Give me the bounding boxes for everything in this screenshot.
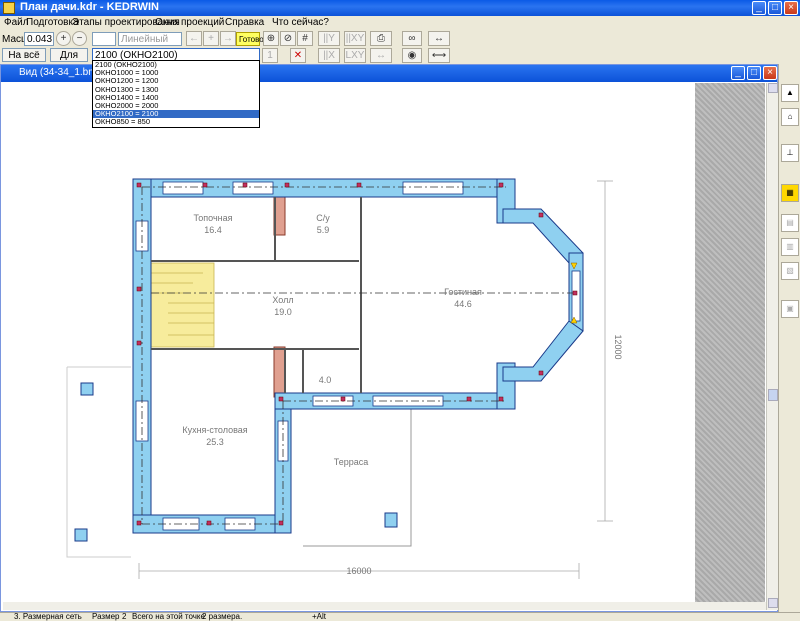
step-icon[interactable]: 1 [262, 48, 278, 63]
menu-preparation[interactable]: Подготовка [26, 17, 79, 28]
dim-y-icon[interactable]: ||Y [318, 31, 340, 46]
room-area: 5.9 [317, 225, 330, 235]
tool-palette: ▲ ⌂ ⊥ ▦ ▤ ▥ ▧ ▣ [778, 64, 800, 612]
title-bar: План дачи.kdr - KEDRWIN _ □ × [0, 0, 800, 16]
status-bar: 3. Размерная сеть Размер 2 Всего на этой… [0, 612, 800, 621]
status-key: +Alt [312, 612, 327, 621]
layers-icon[interactable]: ▤ [781, 214, 799, 232]
dim-xy-icon[interactable]: ||XY [344, 31, 366, 46]
room-name: Кухня-столовая [182, 425, 247, 435]
room-name: Холл [272, 295, 293, 305]
status-total-value: 2 размера. [202, 612, 243, 621]
view-minimize-button[interactable]: _ [731, 66, 745, 80]
window-title: План дачи.kdr - KEDRWIN [20, 1, 159, 13]
drawing-area[interactable]: Топочная 16.4 С/у 5.9 Холл 19.0 Гостиная… [3, 83, 695, 610]
horizontal-scrollbar[interactable] [3, 602, 766, 610]
room-area: 16.4 [204, 225, 222, 235]
menu-projection-windows[interactable]: Окна проекций [155, 17, 224, 28]
fit-window-button[interactable]: На всё окно [2, 48, 46, 74]
menu-whats-now[interactable]: Что сейчас? [272, 17, 329, 28]
arrow-right-icon[interactable]: → [220, 31, 236, 46]
color-select[interactable] [92, 32, 116, 46]
room-area: 44.6 [454, 299, 472, 309]
scale-input[interactable]: 0.043 [24, 32, 54, 46]
status-size-value: 2 [122, 612, 127, 621]
room-area: 25.3 [206, 437, 224, 447]
room-area: 19.0 [274, 307, 292, 317]
room-name: Гостиная [444, 287, 482, 297]
elevation-icon[interactable]: ⊥ [781, 144, 799, 162]
floor-plan[interactable]: Топочная 16.4 С/у 5.9 Холл 19.0 Гостиная… [3, 83, 695, 602]
no-snap-icon[interactable]: ⊘ [280, 31, 296, 46]
scroll-up-icon[interactable] [768, 83, 778, 93]
export-icon[interactable]: ▣ [781, 300, 799, 318]
vertical-scrollbar[interactable] [766, 83, 778, 610]
measure-icon[interactable]: ⟷ [428, 48, 450, 63]
view-window: Вид (34-34_1.bmp) _ □ × Топочная 16.4 С/… [0, 64, 778, 612]
eye-icon[interactable]: ◉ [402, 48, 422, 63]
maximize-button[interactable]: □ [768, 1, 782, 15]
arrow-left-icon[interactable]: ← [186, 31, 202, 46]
room-area: 4.0 [319, 375, 332, 385]
scroll-down-icon[interactable] [768, 598, 778, 608]
delete-icon[interactable]: ✕ [290, 48, 306, 63]
menu-help[interactable]: Справка [225, 17, 264, 28]
room-name: С/у [316, 213, 330, 223]
grid-icon[interactable]: # [297, 31, 313, 46]
view-close-button[interactable]: × [763, 66, 777, 80]
ready-button[interactable]: Готово [236, 32, 264, 46]
arrows-icon[interactable]: ↔ [370, 48, 392, 63]
status-total-text: Всего на этой точке [132, 612, 205, 621]
close-button[interactable]: × [784, 1, 798, 15]
app-icon [3, 2, 15, 14]
dim-x-icon[interactable]: ||X [318, 48, 340, 63]
minimize-button[interactable]: _ [752, 1, 766, 15]
status-mode: 3. Размерная сеть [14, 612, 82, 621]
window-type-dropdown[interactable]: 2100 (ОКНО2100) ОКНО1000 = 1000 ОКНО1200… [92, 60, 260, 128]
menu-file[interactable]: Файл [4, 17, 29, 28]
room-name: Топочная [193, 213, 232, 223]
scroll-thumb[interactable] [768, 389, 778, 401]
dim-lxy-icon[interactable]: LXY [344, 48, 366, 63]
crosshair-icon[interactable]: ⊕ [263, 31, 279, 46]
dimension-height: 12000 [613, 334, 623, 359]
status-size-label: Размер [92, 612, 120, 621]
canvas-outside-area [695, 83, 765, 602]
arrows-icon[interactable]: ▲ [781, 84, 799, 102]
dropdown-option[interactable]: ОКНО850 = 850 [93, 118, 259, 126]
for-all-button[interactable]: Для всех [50, 48, 88, 74]
zoom-in-icon[interactable]: + [56, 31, 71, 46]
zoom-out-icon[interactable]: − [72, 31, 87, 46]
detail-icon[interactable]: ▧ [781, 262, 799, 280]
toolbar: Масшт 0.043 + − На всё окно Для всех Лин… [0, 30, 800, 74]
roof-icon[interactable]: ⌂ [781, 108, 799, 126]
view-maximize-button[interactable]: □ [747, 66, 761, 80]
room-name: Терраса [334, 457, 369, 467]
section-icon[interactable]: ▥ [781, 238, 799, 256]
plus-icon[interactable]: + [203, 31, 219, 46]
link-icon[interactable]: ∞ [402, 31, 422, 46]
dimension-width: 16000 [346, 566, 371, 576]
print-icon[interactable]: ⎙ [370, 31, 392, 46]
menu-bar: Файл Подготовка Этапы проектирования Окн… [0, 16, 800, 30]
line-type-select[interactable]: Линейный [118, 32, 182, 46]
dimension-line-icon[interactable]: ↔ [428, 31, 450, 46]
plan-icon[interactable]: ▦ [781, 184, 799, 202]
